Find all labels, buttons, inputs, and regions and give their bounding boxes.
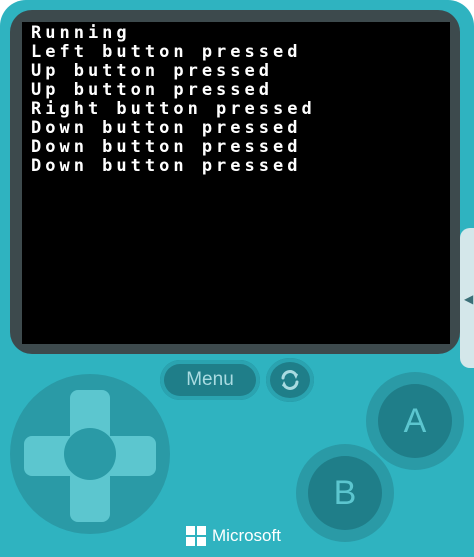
console-output: Running Left button pressed Up button pr… [31, 24, 316, 176]
chevron-left-icon: ◀ [464, 292, 474, 306]
console-line: Left button pressed [31, 42, 302, 62]
console-line: Down button pressed [31, 137, 302, 157]
a-button[interactable]: A [378, 384, 452, 458]
game-console-body: Running Left button pressed Up button pr… [0, 0, 474, 557]
dpad-right-button[interactable] [112, 436, 156, 476]
console-line: Running [31, 23, 131, 43]
dpad-up-button[interactable] [70, 390, 110, 434]
brand: Microsoft [186, 522, 281, 550]
brand-name: Microsoft [212, 526, 281, 545]
microsoft-logo-icon [186, 526, 206, 546]
console-line: Up button pressed [31, 80, 273, 100]
restart-icon [281, 370, 299, 390]
b-button[interactable]: B [308, 456, 382, 530]
dpad-down-button[interactable] [70, 478, 110, 522]
console-line: Down button pressed [31, 118, 302, 138]
dpad-left-button[interactable] [24, 436, 68, 476]
restart-button[interactable] [266, 358, 314, 402]
dpad-center [64, 428, 116, 480]
game-screen[interactable]: Running Left button pressed Up button pr… [22, 22, 450, 344]
console-line: Right button pressed [31, 99, 316, 119]
menu-button[interactable]: Menu [160, 360, 260, 400]
console-line: Down button pressed [31, 156, 302, 176]
console-line: Up button pressed [31, 61, 273, 81]
